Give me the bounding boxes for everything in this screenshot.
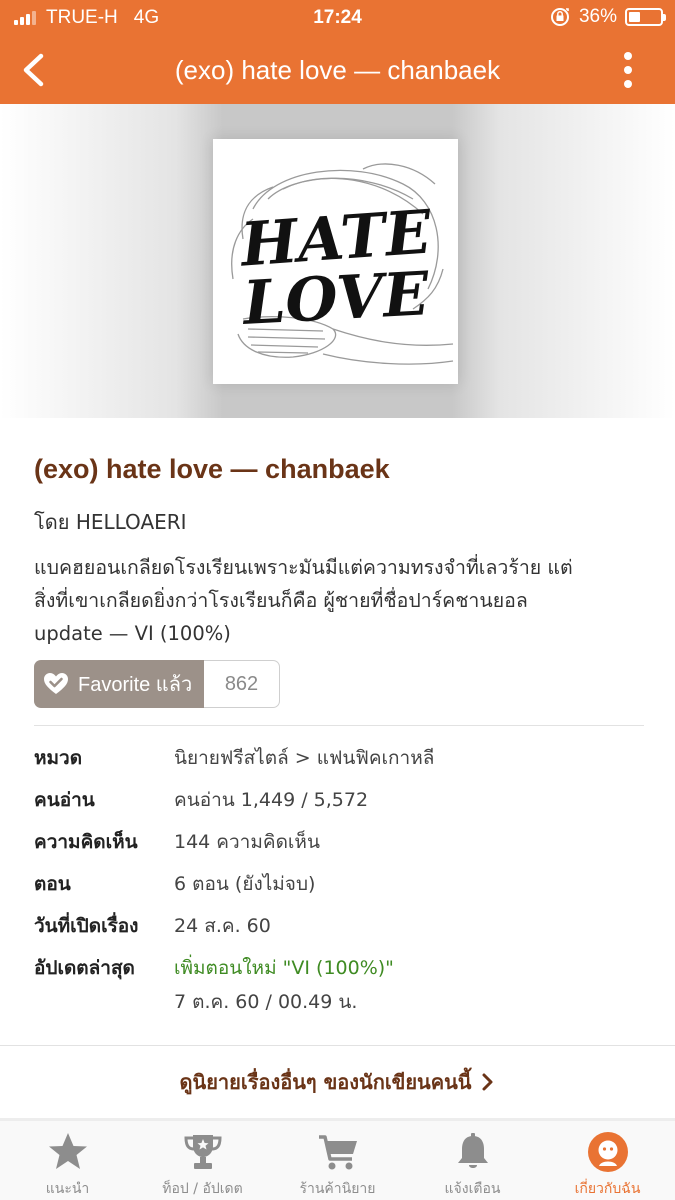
star-icon xyxy=(48,1132,87,1169)
tab-label: ร้านค้านิยาย xyxy=(299,1181,376,1197)
heart-icon xyxy=(44,673,68,694)
battery-icon xyxy=(625,8,666,26)
synopsis: แบคฮยอนเกลียดโรงเรียนเพราะมันมีแต่ความทร… xyxy=(34,551,644,650)
divider xyxy=(34,725,644,726)
more-button[interactable] xyxy=(621,52,635,88)
cover-artwork: HATE LOVE xyxy=(231,163,454,365)
tab-top-update[interactable]: ท็อป / อัปเดต xyxy=(135,1121,270,1200)
detail-value: คนอ่าน 1,449 / 5,572 xyxy=(174,789,369,811)
tab-shop[interactable]: ร้านค้านิยาย xyxy=(270,1121,405,1200)
author-line: โดย HELLOAERI xyxy=(34,506,187,538)
status-right: 36% xyxy=(549,6,666,28)
bell-icon xyxy=(457,1132,488,1168)
favorite-button[interactable]: Favorite แล้ว xyxy=(34,660,204,708)
author-name[interactable]: HELLOAERI xyxy=(76,510,187,534)
novel-title: (exo) hate love — chanbaek xyxy=(34,454,390,484)
synopsis-line: แบคฮยอนเกลียดโรงเรียนเพราะมันมีแต่ความทร… xyxy=(34,556,573,579)
more-by-author-label: ดูนิยายเรื่องอื่นๆ ของนักเขียนคนนี้ xyxy=(179,1070,472,1094)
profile-icon xyxy=(587,1131,628,1172)
update-timestamp: 7 ต.ค. 60 / 00.49 น. xyxy=(174,991,358,1013)
favorite-count: 862 xyxy=(204,660,280,708)
back-button[interactable] xyxy=(14,48,58,92)
more-vertical-icon xyxy=(624,52,632,60)
detail-label: วันที่เปิดเรื่อง xyxy=(34,915,139,937)
cover-area: HATE LOVE xyxy=(0,104,675,418)
tab-label: แนะนำ xyxy=(45,1181,90,1197)
trophy-icon xyxy=(183,1134,222,1169)
tab-recommend[interactable]: แนะนำ xyxy=(0,1121,135,1200)
detail-value[interactable]: นิยายฟรีสไตล์ > แฟนฟิคเกาหลี xyxy=(174,743,434,773)
cover-title-love: LOVE xyxy=(239,259,431,339)
tab-label: เกี่ยวกับฉัน xyxy=(574,1181,641,1197)
chevron-left-icon xyxy=(23,53,44,87)
battery-percent: 36% xyxy=(578,6,617,27)
cover-image[interactable]: HATE LOVE xyxy=(213,139,458,384)
nav-title: (exo) hate love — chanbaek xyxy=(174,55,501,85)
favorite-row: Favorite แล้ว 862 xyxy=(34,660,280,708)
detail-label: หมวด xyxy=(34,747,83,769)
favorite-label: Favorite แล้ว xyxy=(78,674,193,696)
tab-notifications[interactable]: แจ้งเตือน xyxy=(405,1121,540,1200)
more-by-author-link[interactable]: ดูนิยายเรื่องอื่นๆ ของนักเขียนคนนี้ xyxy=(0,1046,675,1118)
detail-value[interactable]: 144 ความคิดเห็น xyxy=(174,827,320,857)
detail-label: ความคิดเห็น xyxy=(34,831,138,853)
chevron-right-icon xyxy=(482,1073,493,1091)
tab-about-me[interactable]: เกี่ยวกับฉัน xyxy=(540,1121,675,1200)
detail-value: 24 ส.ค. 60 xyxy=(174,915,271,937)
latest-episode-link[interactable]: เพิ่มตอนใหม่ "VI (100%)" xyxy=(174,953,394,983)
status-bar: TRUE-H 4G 17:24 36% xyxy=(0,0,675,36)
tab-label: แจ้งเตือน xyxy=(444,1181,501,1197)
synopsis-line: สิ่งที่เขาเกลียดยิ่งกว่าโรงเรียนก็คือ ผู… xyxy=(34,589,528,612)
detail-label: ตอน xyxy=(34,873,71,895)
author-prefix: โดย xyxy=(34,510,70,534)
tab-bar: แนะนำ ท็อป / อัปเดต ร้านค้านิยาย แจ้งเตื… xyxy=(0,1121,675,1200)
nav-bar: (exo) hate love — chanbaek xyxy=(0,36,675,104)
synopsis-update: update — VI (100%) xyxy=(34,622,231,645)
orientation-lock-icon xyxy=(550,8,569,26)
cart-icon xyxy=(318,1134,357,1169)
detail-label: อัปเดตล่าสุด xyxy=(34,957,135,979)
detail-label: คนอ่าน xyxy=(34,789,95,811)
detail-value: 6 ตอน (ยังไม่จบ) xyxy=(174,873,316,895)
tab-label: ท็อป / อัปเดต xyxy=(162,1181,243,1197)
